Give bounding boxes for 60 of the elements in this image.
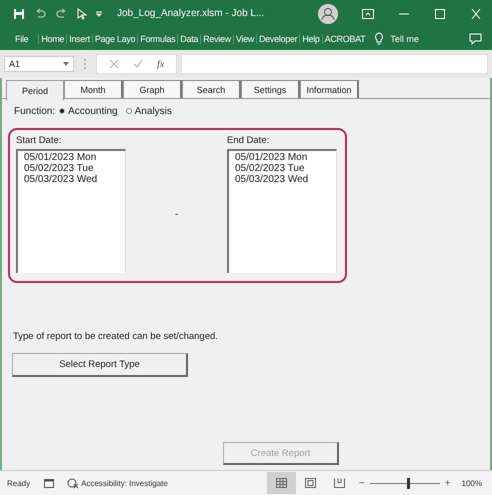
dialog-tab[interactable]: Settings [241, 80, 300, 98]
check-icon[interactable] [133, 59, 143, 69]
ribbon-tab[interactable]: ACROBAT [322, 34, 368, 44]
list-item[interactable]: 05/01/2023 Mon [24, 152, 119, 163]
dialog-tab[interactable]: Information [300, 80, 359, 98]
list-item[interactable]: 05/01/2023 Mon [235, 152, 330, 163]
ribbon-tab[interactable]: Developer [256, 34, 300, 44]
dialog-tab[interactable]: Graph [123, 80, 182, 98]
page-icon [304, 478, 316, 488]
select-report-type-button[interactable]: Select Report Type [12, 353, 188, 377]
customize-icon[interactable] [95, 10, 103, 18]
start-date-list[interactable]: 05/01/2023 Mon 05/02/2023 Tue 05/03/2023 Wed [16, 149, 126, 273]
ribbon-tab[interactable]: View [232, 34, 256, 44]
lightbulb-icon[interactable] [374, 32, 384, 45]
accessibility-status[interactable]: Accessibility: Investigate [81, 478, 168, 488]
ribbon-tab[interactable]: Page Layo [92, 34, 138, 44]
dialog-tab[interactable]: Period [6, 80, 64, 101]
insert-function-button[interactable]: fx [157, 58, 164, 70]
avatar-icon[interactable] [318, 4, 338, 24]
zoom-level[interactable]: 100% [462, 478, 482, 488]
page-break-icon [334, 478, 345, 488]
ribbon-tab[interactable]: Insert [66, 34, 92, 44]
pointer-icon[interactable] [77, 8, 87, 20]
display-options-icon[interactable] [362, 8, 374, 18]
list-item[interactable]: 05/03/2023 Wed [235, 174, 330, 185]
zoom-out-button[interactable]: − [358, 478, 365, 488]
end-date-label: End Date: [227, 135, 270, 146]
close-icon[interactable] [470, 8, 482, 18]
dropdown-arrow-icon[interactable] [63, 62, 69, 66]
report-note: Type of report to be created can be set/changed. [13, 331, 219, 342]
ribbon-tab[interactable]: File [9, 34, 30, 44]
dialog-tab[interactable]: Search [182, 80, 241, 98]
radio-option[interactable]: Analysis [126, 106, 172, 116]
end-date-list[interactable]: 05/01/2023 Mon 05/02/2023 Tue 05/03/2023 Wed [227, 149, 337, 273]
list-item[interactable]: 05/02/2023 Tue [24, 163, 119, 174]
grid-icon [276, 478, 287, 488]
save-icon[interactable] [13, 8, 25, 20]
status-text: Ready [7, 478, 30, 488]
ribbon-tab[interactable]: Data [177, 34, 200, 44]
formula-field[interactable] [181, 54, 488, 74]
tell-me-field[interactable]: Tell me [390, 34, 419, 44]
calendar-icon[interactable] [44, 478, 54, 488]
maximize-icon[interactable] [434, 8, 446, 18]
normal-view-button[interactable] [266, 472, 296, 494]
list-item[interactable]: 05/03/2023 Wed [24, 174, 119, 185]
list-item[interactable]: 05/02/2023 Tue [235, 163, 330, 174]
ribbon-tab[interactable]: Home [38, 34, 66, 44]
function-label: Function: [14, 106, 56, 116]
dialog-tab[interactable]: Month [64, 80, 123, 98]
ribbon-tab[interactable]: Help [299, 34, 322, 44]
radio-option[interactable]: Accounting [59, 106, 118, 116]
accessibility-icon[interactable] [67, 478, 80, 488]
ribbon-tab[interactable]: Review [200, 34, 233, 44]
start-date-label: Start Date: [16, 135, 62, 146]
name-box[interactable]: A1 [4, 56, 74, 72]
comment-icon[interactable] [469, 32, 482, 44]
ribbon-tab[interactable]: Formulas [137, 34, 178, 44]
window-title: Job_Log_Analyzer.xlsm - Job L... [117, 8, 264, 19]
zoom-in-button[interactable]: + [444, 478, 451, 488]
range-separator: - [174, 208, 178, 220]
